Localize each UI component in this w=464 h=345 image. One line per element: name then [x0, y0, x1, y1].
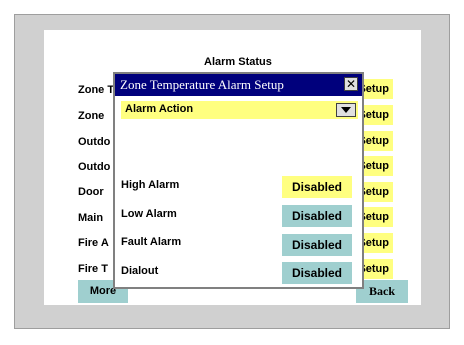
row-label-main: Main [78, 212, 104, 224]
row-label-fire-t: Fire T [78, 263, 108, 275]
zone-temperature-alarm-setup-dialog: Zone Temperature Alarm Setup ✕ Alarm Act… [113, 72, 364, 289]
high-alarm-button[interactable]: Disabled [282, 176, 352, 198]
alarm-status-title: Alarm Status [204, 56, 272, 68]
alarm-action-select[interactable]: Alarm Action [121, 101, 358, 119]
fault-alarm-button[interactable]: Disabled [282, 234, 352, 256]
low-alarm-label: Low Alarm [121, 208, 177, 220]
alarm-action-label: Alarm Action [125, 103, 194, 115]
close-icon[interactable]: ✕ [344, 77, 358, 91]
row-label-outdoor-2: Outdo [78, 161, 111, 173]
row-label-zone: Zone [78, 110, 105, 122]
row-label-outdoor-1: Outdo [78, 136, 111, 148]
fault-alarm-label: Fault Alarm [121, 236, 182, 248]
high-alarm-label: High Alarm [121, 179, 180, 191]
low-alarm-button[interactable]: Disabled [282, 205, 352, 227]
dialog-title-bar: Zone Temperature Alarm Setup ✕ [115, 74, 362, 96]
chevron-down-icon[interactable] [336, 103, 356, 117]
row-label-fire-a: Fire A [78, 237, 109, 249]
dialout-button[interactable]: Disabled [282, 262, 352, 284]
row-label-zone-temp: Zone T [78, 84, 115, 96]
row-label-door: Door [78, 186, 104, 198]
dialout-label: Dialout [121, 265, 159, 277]
dialog-title: Zone Temperature Alarm Setup [120, 77, 284, 92]
